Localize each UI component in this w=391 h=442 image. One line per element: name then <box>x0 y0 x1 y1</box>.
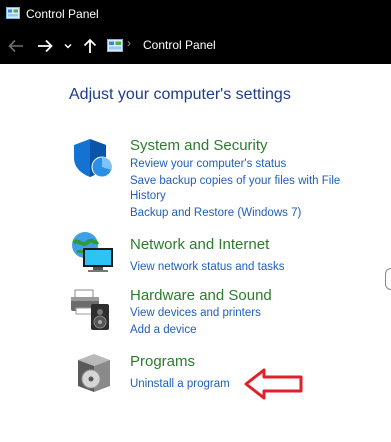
printer-speaker-icon <box>71 289 109 330</box>
red-arrow-annotation-icon <box>244 368 303 400</box>
up-button[interactable] <box>81 37 99 55</box>
arrow-right-icon <box>38 39 53 53</box>
scrollbar-thumb[interactable] <box>385 268 391 290</box>
breadcrumb-control-panel[interactable]: Control Panel <box>143 38 216 52</box>
link-view-devices-and-printers[interactable]: View devices and printers <box>130 305 261 321</box>
category-system-and-security[interactable]: System and Security <box>130 137 268 154</box>
link-review-computer-status[interactable]: Review your computer's status <box>130 156 286 172</box>
programs-box-icon <box>78 354 110 392</box>
control-panel-icon <box>6 7 20 19</box>
category-programs[interactable]: Programs <box>130 353 195 370</box>
recent-locations-button[interactable] <box>62 37 74 55</box>
link-file-history[interactable]: History <box>130 188 166 204</box>
network-globe-icon <box>72 232 113 272</box>
chevron-down-icon <box>64 43 72 49</box>
link-view-network-status[interactable]: View network status and tasks <box>130 259 284 275</box>
window-title: Control Panel <box>26 7 99 21</box>
link-save-backup-copies[interactable]: Save backup copies of your files with Fi… <box>130 173 340 189</box>
category-hardware-and-sound[interactable]: Hardware and Sound <box>130 287 272 304</box>
link-add-a-device[interactable]: Add a device <box>130 322 197 338</box>
shield-icon <box>74 139 113 178</box>
arrow-left-icon <box>8 39 23 53</box>
arrow-up-icon <box>83 38 97 53</box>
breadcrumb-separator: › <box>127 36 131 50</box>
control-panel-icon <box>107 39 123 52</box>
page-heading: Adjust your computer's settings <box>69 86 291 103</box>
category-network-and-internet[interactable]: Network and Internet <box>130 236 269 253</box>
forward-button[interactable] <box>35 37 55 55</box>
link-backup-and-restore[interactable]: Backup and Restore (Windows 7) <box>130 205 301 221</box>
title-bar: Control Panel <box>0 0 391 28</box>
back-button[interactable] <box>6 37 26 55</box>
link-uninstall-a-program[interactable]: Uninstall a program <box>130 376 230 392</box>
